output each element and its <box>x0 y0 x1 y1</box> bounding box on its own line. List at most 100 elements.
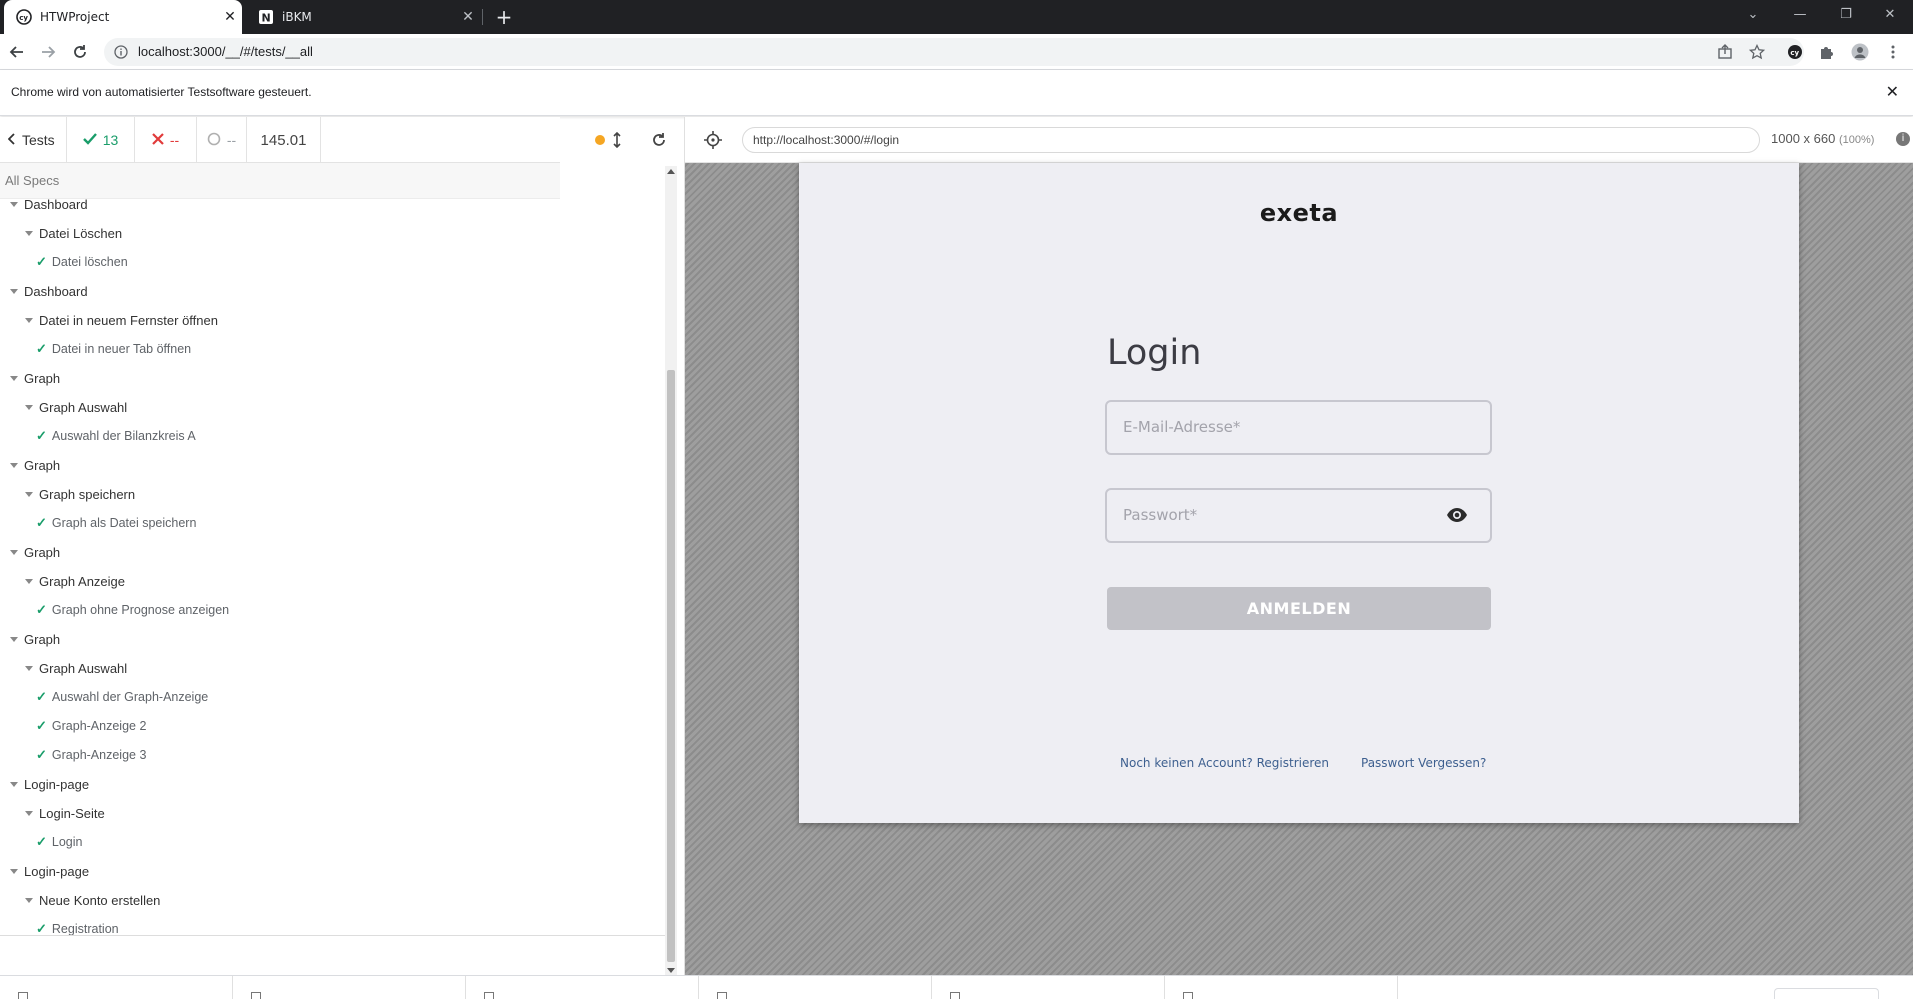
rerun-icon[interactable] <box>651 117 667 163</box>
caret-down-icon[interactable] <box>10 375 18 381</box>
spec-label: Graph-Anzeige 2 <box>51 719 147 733</box>
forgot-password-link[interactable]: Passwort Vergessen? <box>1361 756 1486 770</box>
all-specs-header[interactable]: All Specs <box>0 163 560 199</box>
suite-item[interactable]: Login-page <box>0 859 660 883</box>
caret-down-icon[interactable] <box>10 868 18 874</box>
close-window-icon[interactable]: ✕ <box>1867 0 1913 28</box>
reporter-scrollbar[interactable] <box>665 166 677 976</box>
suite-item[interactable]: Graph Auswahl <box>0 395 660 419</box>
test-item[interactable]: ✓ Graph ohne Prognose anzeigen <box>0 598 660 622</box>
extensions-puzzle-icon[interactable] <box>1818 43 1836 61</box>
check-icon: ✓ <box>36 254 47 269</box>
automation-infobar: Chrome wird von automatisierter Testsoft… <box>0 70 1913 116</box>
caret-down-icon[interactable] <box>25 578 33 584</box>
spec-label: Graph ohne Prognose anzeigen <box>51 603 230 617</box>
spec-label: Dashboard <box>24 283 88 299</box>
test-item[interactable]: ✓ Auswahl der Graph-Anzeige <box>0 685 660 709</box>
suite-item[interactable]: Graph Auswahl <box>0 656 660 680</box>
test-item[interactable]: ✓ Graph-Anzeige 3 <box>0 743 660 767</box>
profile-avatar-icon[interactable] <box>1851 43 1869 61</box>
tab-search-icon[interactable]: ⌄ <box>1730 0 1776 28</box>
test-item[interactable]: ✓ Graph als Datei speichern <box>0 511 660 535</box>
suite-item[interactable]: Login-page <box>0 772 660 796</box>
register-link[interactable]: Noch keinen Account? Registrieren <box>1120 756 1329 770</box>
test-item[interactable]: ✓ Datei in neuer Tab öffnen <box>0 337 660 361</box>
cypress-extension-icon[interactable]: cy <box>1786 43 1804 61</box>
minimize-icon[interactable]: — <box>1777 0 1823 28</box>
caret-down-icon[interactable] <box>10 201 18 207</box>
login-button[interactable]: ANMELDEN <box>1107 587 1491 630</box>
bottom-bar-item[interactable] <box>1165 976 1398 999</box>
selector-playground-icon[interactable] <box>703 130 723 150</box>
tab-ibkm[interactable]: N iBKM ✕ <box>246 0 480 34</box>
scroll-down-arrow-icon[interactable] <box>667 968 675 973</box>
back-to-tests-button[interactable]: Tests <box>0 117 67 163</box>
suite-item[interactable]: Graph <box>0 366 660 390</box>
more-menu-icon[interactable] <box>1884 43 1902 61</box>
test-item[interactable]: ✓ Auswahl der Bilanzkreis A <box>0 424 660 448</box>
password-field[interactable]: Passwort* <box>1105 488 1492 543</box>
address-bar[interactable]: localhost:3000/__/#/tests/__all <box>104 38 1804 66</box>
bookmark-star-icon[interactable] <box>1748 43 1766 61</box>
close-tab-icon[interactable]: ✕ <box>456 9 480 25</box>
resize-arrows-icon[interactable] <box>613 117 621 163</box>
login-heading: Login <box>1107 333 1202 373</box>
suite-item[interactable]: Graph <box>0 453 660 477</box>
new-tab-icon[interactable]: + <box>492 5 516 29</box>
forward-icon[interactable] <box>36 40 60 64</box>
caret-down-icon[interactable] <box>25 404 33 410</box>
caret-down-icon[interactable] <box>10 549 18 555</box>
close-tab-icon[interactable]: ✕ <box>218 9 242 25</box>
caret-down-icon[interactable] <box>10 462 18 468</box>
reload-icon[interactable] <box>68 40 92 64</box>
eye-icon[interactable] <box>1446 506 1468 524</box>
suite-item[interactable]: Graph <box>0 540 660 564</box>
suite-item[interactable]: Dashboard <box>0 199 660 216</box>
ibkm-icon: N <box>258 9 274 25</box>
caret-down-icon[interactable] <box>25 230 33 236</box>
bottom-bar-item[interactable] <box>233 976 466 999</box>
caret-down-icon[interactable] <box>10 636 18 642</box>
test-item[interactable]: ✓ Datei löschen <box>0 250 660 274</box>
email-field[interactable]: E-Mail-Adresse* <box>1105 400 1492 455</box>
caret-down-icon[interactable] <box>25 317 33 323</box>
check-icon: ✓ <box>36 689 47 704</box>
suite-item[interactable]: Login-Seite <box>0 801 660 825</box>
bottom-bar-item[interactable] <box>0 976 233 999</box>
share-icon[interactable] <box>1716 43 1734 61</box>
caret-down-icon[interactable] <box>10 781 18 787</box>
bottom-bar-item[interactable] <box>699 976 932 999</box>
suite-item[interactable]: Dashboard <box>0 279 660 303</box>
suite-item[interactable]: Graph <box>0 627 660 651</box>
show-all-button[interactable] <box>1774 988 1879 999</box>
test-item[interactable]: ✓ Login <box>0 830 660 854</box>
close-icon[interactable]: ✕ <box>1886 82 1899 101</box>
back-icon[interactable] <box>5 40 29 64</box>
tab-htwproject[interactable]: cy HTWProject ✕ <box>4 0 242 34</box>
caret-down-icon[interactable] <box>25 665 33 671</box>
suite-item[interactable]: Datei Löschen <box>0 221 660 245</box>
pending-circle-icon <box>207 132 221 149</box>
bottom-bar-item[interactable] <box>932 976 1165 999</box>
test-item[interactable]: ✓ Graph-Anzeige 2 <box>0 714 660 738</box>
email-placeholder: E-Mail-Adresse* <box>1123 418 1241 436</box>
pending-count: -- <box>197 117 247 163</box>
infobar-message: Chrome wird von automatisierter Testsoft… <box>11 85 312 99</box>
pending-number: -- <box>226 132 237 148</box>
scroll-up-arrow-icon[interactable] <box>667 169 675 174</box>
bottom-bar-item[interactable] <box>466 976 699 999</box>
caret-down-icon[interactable] <box>25 897 33 903</box>
caret-down-icon[interactable] <box>25 491 33 497</box>
suite-item[interactable]: Datei in neuem Fernster öffnen <box>0 308 660 332</box>
caret-down-icon[interactable] <box>10 288 18 294</box>
scrollbar-thumb[interactable] <box>667 370 675 962</box>
restore-icon[interactable]: ❐ <box>1823 0 1869 28</box>
suite-item[interactable]: Graph Anzeige <box>0 569 660 593</box>
caret-down-icon[interactable] <box>25 810 33 816</box>
suite-item[interactable]: Graph speichern <box>0 482 660 506</box>
aut-url-field[interactable]: http://localhost:3000/#/login <box>742 127 1760 153</box>
site-info-icon[interactable] <box>114 44 128 63</box>
suite-item[interactable]: Neue Konto erstellen <box>0 888 660 912</box>
info-icon[interactable]: i <box>1896 132 1910 146</box>
browser-tabbar: cy HTWProject ✕ N iBKM ✕ + ⌄ — ❐ ✕ <box>0 0 1913 34</box>
